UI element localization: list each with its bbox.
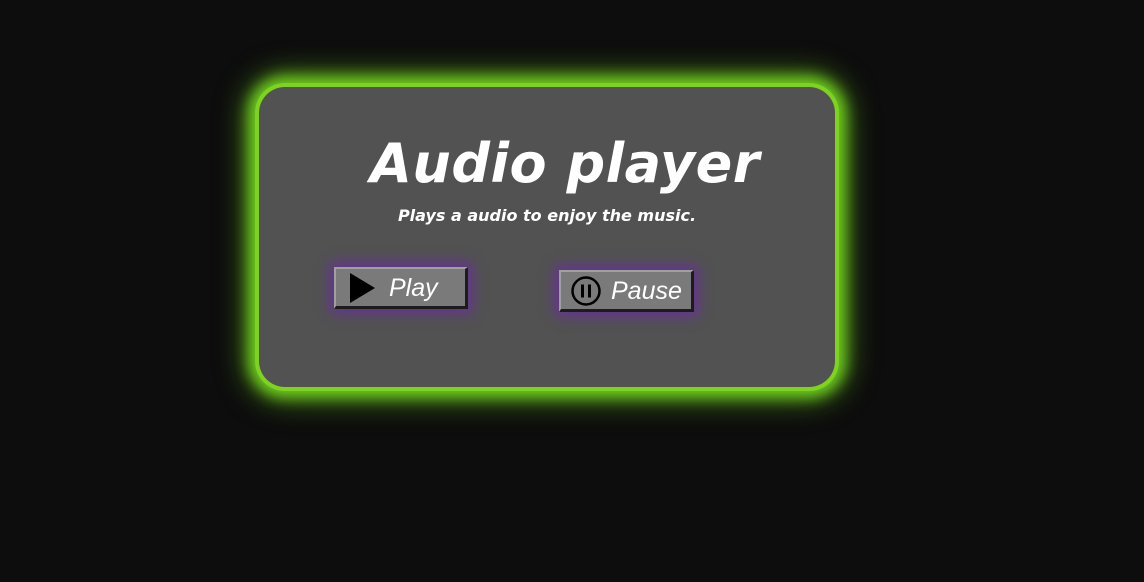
player-subtitle: Plays a audio to enjoy the music. [259, 205, 835, 227]
play-button-label: Play [389, 273, 438, 302]
pause-circle-icon [569, 274, 603, 308]
pause-button-label: Pause [611, 276, 682, 305]
pause-button[interactable]: Pause [559, 270, 694, 312]
play-button[interactable]: Play [334, 267, 468, 309]
play-icon [345, 271, 379, 305]
page: Audio player Plays a audio to enjoy the … [0, 0, 1144, 582]
player-subtitle-text: Plays a audio to enjoy the music. [397, 206, 697, 225]
player-title-text: Audio player [370, 132, 760, 195]
audio-player-card: Audio player Plays a audio to enjoy the … [259, 87, 835, 387]
player-title: Audio player [259, 133, 835, 195]
